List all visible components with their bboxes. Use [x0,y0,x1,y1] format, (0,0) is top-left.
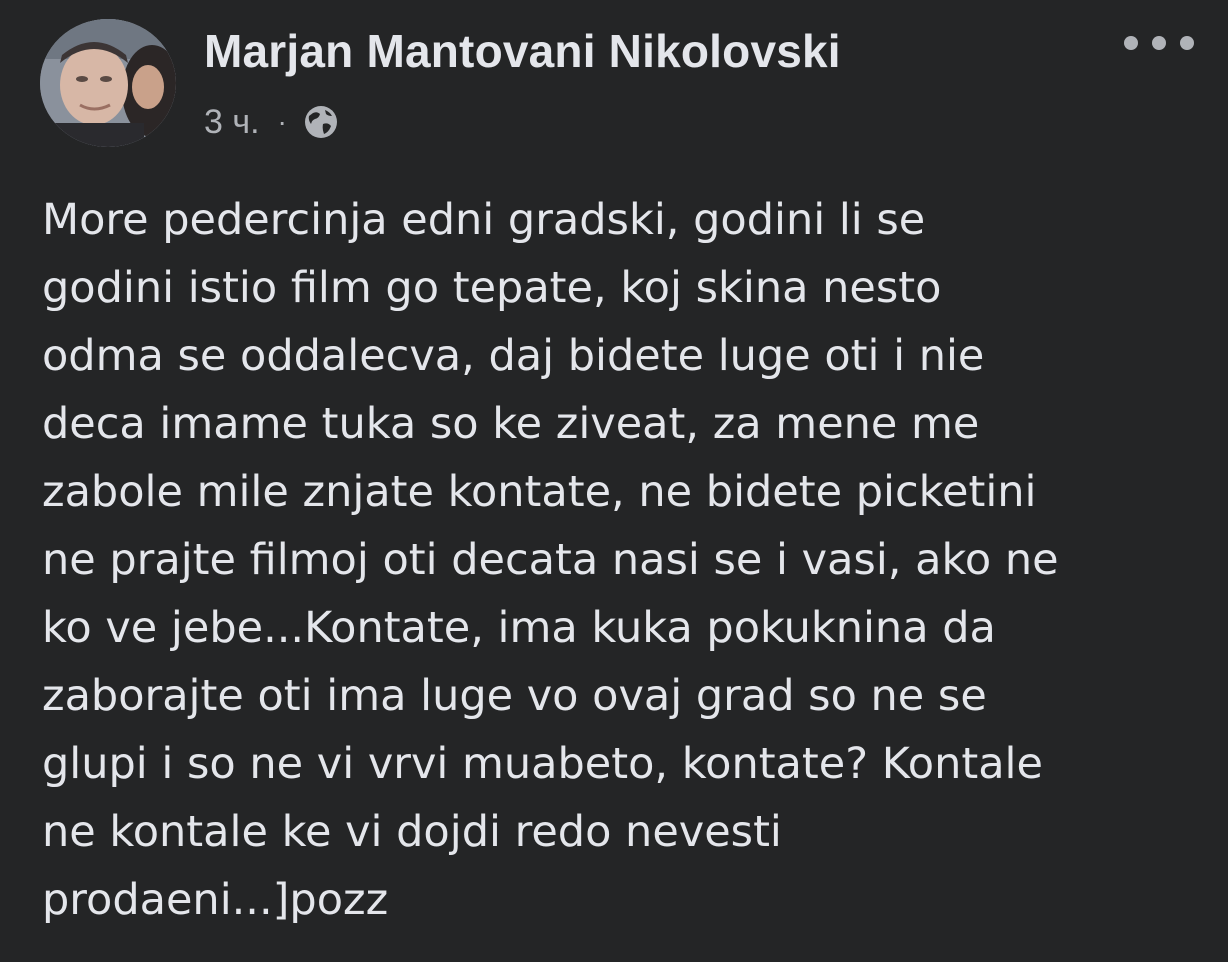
post-time[interactable]: 3 ч. [204,103,260,142]
more-options-button[interactable] [1124,28,1194,58]
avatar[interactable] [40,19,176,147]
post-text-line: ne prajte filmoj oti decata nasi se i va… [42,535,1059,585]
post-text-line: deca imame tuka so ke ziveat, za mene me [42,399,980,449]
meta-separator: · [277,106,287,137]
post-text-line: ko ve jebe...Kontate, ima kuka pokuknina… [42,603,996,653]
author-name[interactable]: Marjan Mantovani Nikolovski [204,24,841,78]
more-options-icon [1124,36,1138,50]
facebook-post: Marjan Mantovani Nikolovski 3 ч. · More … [0,0,1228,962]
post-text-line: godini istio film go tepate, koj skina n… [42,263,942,313]
post-text-line: glupi i so ne vi vrvi muabeto, kontate? … [42,739,1043,789]
globe-icon [303,104,339,140]
post-text-line: ne kontale ke vi dojdi redo nevesti [42,807,782,857]
post-text-line: prodaeni...]pozz [42,875,389,925]
more-options-icon-dot [1152,36,1166,50]
post-body: More pedercinja edni gradski, godini li … [42,186,1202,934]
post-text-line: zaborajte oti ima luge vo ovaj grad so n… [42,671,987,721]
post-text-line: More pedercinja edni gradski, godini li … [42,195,926,245]
post-text-line: odma se oddalecva, daj bidete luge oti i… [42,331,985,381]
post-text-line: zabole mile znjate kontate, ne bidete pi… [42,467,1037,517]
avatar-photo [40,19,176,147]
post-meta: 3 ч. · [204,100,339,144]
more-options-icon-dot [1180,36,1194,50]
